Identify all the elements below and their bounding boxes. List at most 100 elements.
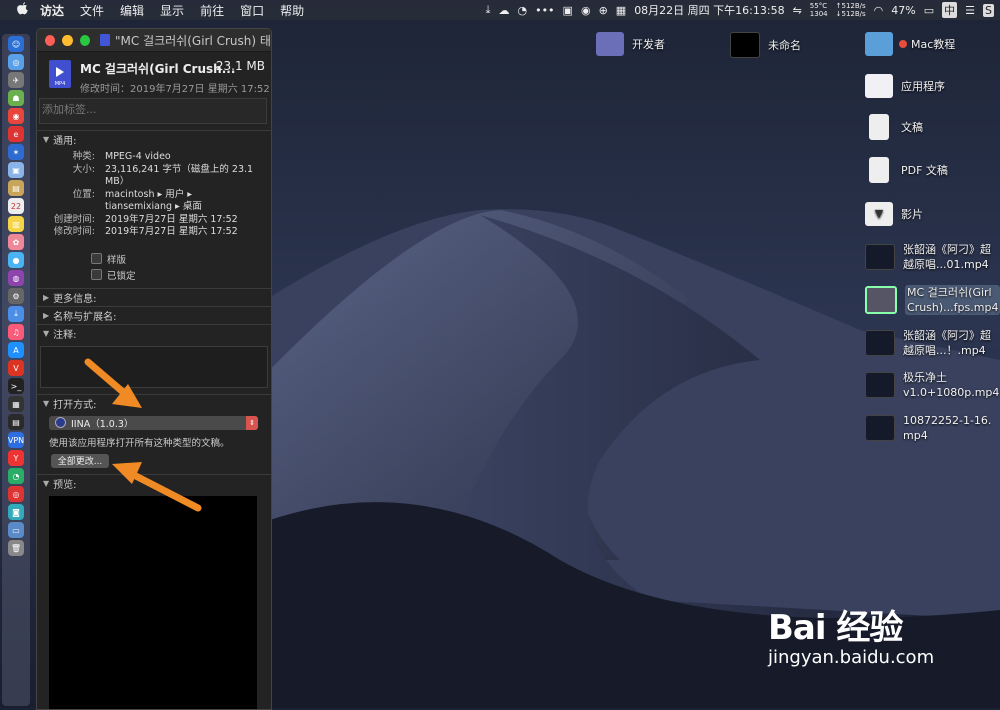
close-button[interactable] — [45, 35, 55, 46]
calendar-dock-icon[interactable]: 22 — [8, 198, 24, 214]
get-info-window: "MC 걸크러쉬(Girl Crush) 태... MP4 MC 걸크러쉬(Gi… — [36, 28, 272, 710]
tags-field[interactable]: 添加标签... — [39, 98, 267, 124]
account-icon[interactable]: ◉ — [581, 4, 591, 17]
section-more-info[interactable]: ▶更多信息: — [37, 288, 271, 306]
desktop-item-label: MC 걸크러쉬(Girl — [907, 285, 998, 300]
desktop-item-documents[interactable]: 文稿 — [869, 114, 923, 140]
window-titlebar[interactable]: "MC 걸크러쉬(Girl Crush) 태... — [37, 29, 271, 52]
menu-finder[interactable]: 访达 — [40, 2, 64, 19]
vivaldi-icon[interactable]: V — [8, 360, 24, 376]
ghost-icon[interactable]: ☁ — [498, 4, 509, 17]
message-icon[interactable]: ▣ — [563, 4, 573, 17]
trash-icon[interactable]: 🗑 — [8, 540, 24, 556]
wifi-icon[interactable]: ◠ — [874, 4, 884, 17]
photos-icon[interactable]: ✿ — [8, 234, 24, 250]
document-icon — [869, 114, 889, 140]
preview-icon[interactable]: ▣ — [8, 162, 24, 178]
menu-view[interactable]: 显示 — [160, 2, 184, 19]
gauge-icon[interactable]: ◔ — [517, 4, 527, 17]
section-general-label: 通用: — [53, 132, 76, 147]
minimize-button[interactable] — [62, 35, 72, 46]
desktop-item-applications[interactable]: 应用程序 — [865, 74, 945, 98]
clock-text[interactable]: 08月22日 周四 下午16:13:58 — [634, 2, 784, 18]
info-row: 修改时间:2019年7月27日 星期六 17:52 — [37, 226, 271, 239]
change-all-button[interactable]: 全部更改... — [51, 454, 109, 468]
video-thumb-icon — [865, 415, 895, 441]
desktop-item-developer[interactable]: 开发者 — [596, 32, 665, 56]
input-method-indicator[interactable]: 中 — [942, 2, 957, 18]
chrome-icon[interactable]: ◉ — [8, 108, 24, 124]
messages-icon[interactable]: ● — [8, 252, 24, 268]
desktop-item-video-4[interactable]: 10872252-1-16.mp4 — [865, 413, 991, 443]
open-with-select[interactable]: IINA（1.0.3） ⇕ — [49, 416, 258, 430]
wechat-icon[interactable]: ◔ — [8, 468, 24, 484]
section-general[interactable]: ▼通用: — [37, 130, 271, 148]
battery-percent[interactable]: 47% — [891, 4, 915, 17]
console-icon[interactable]: ▤ — [8, 414, 24, 430]
menu-edit[interactable]: 编辑 — [120, 2, 144, 19]
zoom-button[interactable] — [80, 35, 90, 46]
desktop-item-mac-tutorial[interactable]: Mac教程 — [865, 32, 955, 56]
apple-menu-icon[interactable] — [14, 2, 30, 18]
switch-icon[interactable]: ⇋ — [793, 4, 802, 17]
section-preview[interactable]: ▼预览: — [37, 474, 271, 492]
list-icon[interactable]: ☰ — [965, 4, 975, 17]
checkbox-box[interactable] — [91, 269, 102, 280]
desktop-item-label: 10872252-1-16. — [903, 413, 991, 428]
kind-value: MPEG-4 video — [105, 151, 260, 164]
music-icon[interactable]: ♫ — [8, 324, 24, 340]
download-dock-icon[interactable]: ⤓ — [8, 306, 24, 322]
section-open-with[interactable]: ▼打开方式: — [37, 394, 271, 412]
siri-icon[interactable]: ◎ — [8, 54, 24, 70]
menu-go[interactable]: 前往 — [200, 2, 224, 19]
activity-monitor-icon[interactable]: ▦ — [8, 396, 24, 412]
notes-icon[interactable]: ▤ — [8, 180, 24, 196]
system-prefs-icon[interactable]: ⚙ — [8, 288, 24, 304]
section-open-with-label: 打开方式: — [53, 396, 96, 411]
menu-help[interactable]: 帮助 — [280, 2, 304, 19]
desktop-item-label: 应用程序 — [901, 79, 945, 94]
locked-checkbox[interactable]: 已锁定 — [91, 267, 271, 283]
netease-music-icon[interactable]: ◎ — [8, 486, 24, 502]
s-app-icon[interactable]: S — [983, 4, 994, 17]
downloads-folder-icon[interactable]: ▭ — [8, 522, 24, 538]
desktop-item-movies[interactable]: ▼ 影片 — [865, 202, 923, 226]
finder-icon[interactable]: ☺ — [8, 36, 24, 52]
appstore-icon[interactable]: A — [8, 342, 24, 358]
desktop-item-video-1[interactable]: 张韶涵《阿刁》超越原唱...01.mp4 — [865, 242, 991, 272]
desktop-item-video-2[interactable]: 张韶涵《阿刁》超越原唱...！.mp4 — [865, 328, 991, 358]
stationery-checkbox[interactable]: 样版 — [91, 251, 271, 267]
desktop-item-video-3[interactable]: 极乐净土v1.0+1080p.mp4 — [865, 370, 999, 400]
baidu-icon[interactable]: e — [8, 126, 24, 142]
download-icon[interactable]: ⤓ — [486, 3, 491, 17]
section-name-extension[interactable]: ▶名称与扩展名: — [37, 306, 271, 324]
android-icon[interactable]: ☗ — [8, 90, 24, 106]
screenshot-icon[interactable]: ◙ — [8, 504, 24, 520]
dots-icon[interactable]: ••• — [535, 4, 554, 17]
stickies-icon[interactable]: ▥ — [8, 216, 24, 232]
yandex-icon[interactable]: Y — [8, 450, 24, 466]
vpn-icon[interactable]: VPN — [8, 432, 24, 448]
menu-window[interactable]: 窗口 — [240, 2, 264, 19]
where-key: 位置: — [37, 189, 95, 214]
section-more-info-label: 更多信息: — [53, 290, 96, 305]
calendar-icon[interactable]: ▦ — [616, 4, 626, 17]
globe-icon[interactable]: ⊕ — [599, 4, 608, 17]
section-comments[interactable]: ▼注释: — [37, 324, 271, 342]
disclosure-open-icon: ▼ — [43, 479, 49, 488]
desktop-item-untitled[interactable]: 未命名 — [730, 32, 801, 58]
window-title: "MC 걸크러쉬(Girl Crush) 태... — [115, 32, 271, 49]
desktop-item-video-selected[interactable]: MC 걸크러쉬(GirlCrush)...fps.mp4 — [865, 285, 1000, 315]
menu-file[interactable]: 文件 — [80, 2, 104, 19]
comments-field[interactable] — [40, 346, 268, 388]
checkbox-box[interactable] — [91, 253, 102, 264]
terminal-icon[interactable]: >_ — [8, 378, 24, 394]
size-value: 23,116,241 字节（磁盘上的 23.1 MB） — [105, 164, 260, 189]
cpu-stats[interactable]: 55°C1304 — [810, 2, 828, 18]
launchpad-icon[interactable]: ✈ — [8, 72, 24, 88]
desktop-item-label: 张韶涵《阿刁》超 — [903, 242, 991, 257]
network-stats[interactable]: ↑512B/s↓512B/s — [836, 2, 866, 18]
safari-icon[interactable]: ✶ — [8, 144, 24, 160]
desktop-item-pdf[interactable]: PDF 文稿 — [869, 157, 948, 183]
podcast-icon[interactable]: ◍ — [8, 270, 24, 286]
